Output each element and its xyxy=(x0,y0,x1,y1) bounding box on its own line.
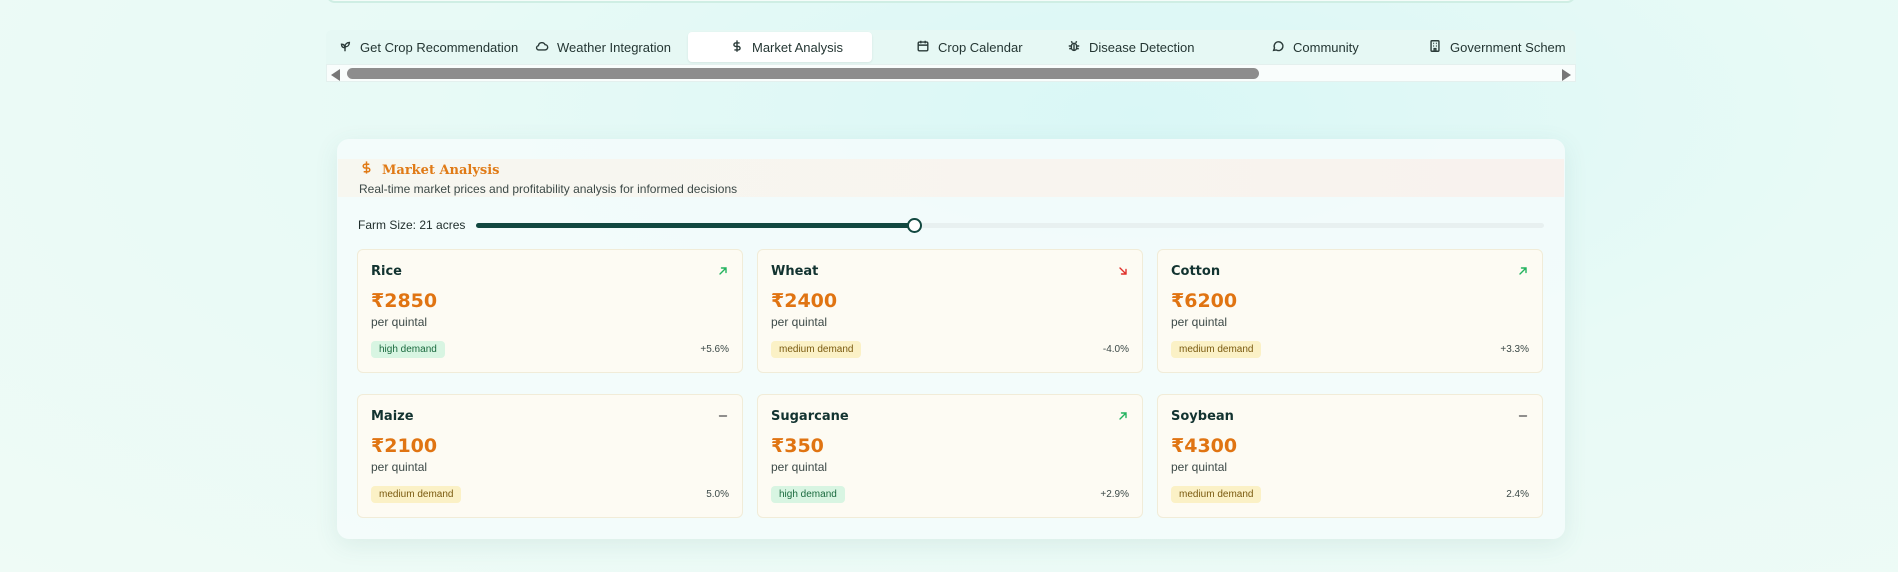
tab-community[interactable]: Community xyxy=(1242,32,1403,62)
crop-card-rice[interactable]: Rice ₹2850 per quintal high demand +5.6% xyxy=(357,249,743,373)
tab-label: Crop Calendar xyxy=(938,39,1023,55)
crop-price: ₹2850 xyxy=(371,290,438,312)
farm-size-control: Farm Size: 21 acres xyxy=(358,215,1544,235)
chat-icon xyxy=(1271,39,1285,56)
demand-badge: medium demand xyxy=(1171,486,1262,503)
crop-price: ₹350 xyxy=(771,435,824,457)
demand-badge: high demand xyxy=(371,341,445,358)
demand-badge: medium demand xyxy=(1171,341,1262,358)
tab-label: Market Analysis xyxy=(752,39,844,55)
price-unit: per quintal xyxy=(771,460,828,474)
crop-card-maize[interactable]: Maize ₹2100 per quintal medium demand 5.… xyxy=(357,394,743,518)
tab-list: Get Crop Recommendation Weather Integrat… xyxy=(326,30,1576,64)
crop-name: Cotton xyxy=(1171,264,1221,279)
slider-thumb[interactable] xyxy=(906,217,922,233)
trend-flat-icon xyxy=(718,415,728,417)
scroll-right-arrow-icon[interactable] xyxy=(1562,69,1571,81)
bug-icon xyxy=(1067,39,1081,56)
demand-badge: medium demand xyxy=(371,486,462,503)
price-change: +5.6% xyxy=(700,344,729,355)
trend-flat-icon xyxy=(1518,415,1528,417)
price-change: 5.0% xyxy=(706,489,729,500)
crop-name: Maize xyxy=(371,409,414,424)
crop-name: Wheat xyxy=(771,264,819,279)
tab-crop-calendar[interactable]: Crop Calendar xyxy=(872,32,1045,62)
price-unit: per quintal xyxy=(1171,460,1228,474)
panel-subtitle: Real-time market prices and profitabilit… xyxy=(359,182,738,196)
trend-up-icon xyxy=(719,267,727,275)
trend-down-icon xyxy=(1119,267,1127,275)
tab-label: Get Crop Recommendation xyxy=(360,39,519,55)
crop-name: Sugarcane xyxy=(771,409,849,424)
tab-disease-detection[interactable]: Disease Detection xyxy=(1045,32,1242,62)
dollar-icon xyxy=(730,39,744,56)
tab-get-crop-recommendation[interactable]: Get Crop Recommendation xyxy=(326,32,519,62)
price-change: -4.0% xyxy=(1102,344,1129,355)
trend-up-icon xyxy=(1519,267,1527,275)
tab-label: Community xyxy=(1293,39,1359,55)
cloud-icon xyxy=(535,39,549,56)
farm-size-label: Farm Size: 21 acres xyxy=(358,218,466,232)
tab-bar: Get Crop Recommendation Weather Integrat… xyxy=(326,30,1576,84)
market-analysis-panel: Market Analysis Real-time market prices … xyxy=(337,139,1565,539)
dollar-icon xyxy=(359,160,374,180)
panel-header: Market Analysis Real-time market prices … xyxy=(338,159,1564,197)
price-change: +3.3% xyxy=(1500,344,1529,355)
trend-up-icon xyxy=(1119,412,1127,420)
tab-label: Weather Integration xyxy=(557,39,671,55)
price-change: 2.4% xyxy=(1506,489,1529,500)
crop-name: Rice xyxy=(371,264,402,279)
price-unit: per quintal xyxy=(771,315,828,329)
crop-name: Soybean xyxy=(1171,409,1234,424)
scroll-left-arrow-icon[interactable] xyxy=(331,69,340,81)
crop-price: ₹4300 xyxy=(1171,435,1238,457)
tab-weather-integration[interactable]: Weather Integration xyxy=(519,32,688,62)
price-change: +2.9% xyxy=(1100,489,1129,500)
crop-price: ₹2400 xyxy=(771,290,838,312)
tab-label: Disease Detection xyxy=(1089,39,1195,55)
tab-label: Government Schem xyxy=(1450,39,1566,55)
crop-price: ₹2100 xyxy=(371,435,438,457)
tab-scrollbar[interactable] xyxy=(326,64,1576,82)
sprout-icon xyxy=(338,39,352,56)
building-icon xyxy=(1428,39,1442,56)
crop-card-sugarcane[interactable]: Sugarcane ₹350 per quintal high demand +… xyxy=(757,394,1143,518)
demand-badge: medium demand xyxy=(771,341,862,358)
price-unit: per quintal xyxy=(371,315,428,329)
panel-title: Market Analysis xyxy=(382,162,500,178)
calendar-icon xyxy=(916,39,930,56)
tab-market-analysis[interactable]: Market Analysis xyxy=(688,32,872,62)
farm-size-slider[interactable] xyxy=(476,217,1544,233)
crop-price-grid: Rice ₹2850 per quintal high demand +5.6%… xyxy=(357,249,1545,518)
panel-title-row: Market Analysis xyxy=(359,159,1564,181)
crop-card-soybean[interactable]: Soybean ₹4300 per quintal medium demand … xyxy=(1157,394,1543,518)
slider-fill xyxy=(476,222,914,228)
price-unit: per quintal xyxy=(1171,315,1228,329)
top-panel-edge xyxy=(326,0,1576,3)
crop-card-cotton[interactable]: Cotton ₹6200 per quintal medium demand +… xyxy=(1157,249,1543,373)
crop-card-wheat[interactable]: Wheat ₹2400 per quintal medium demand -4… xyxy=(757,249,1143,373)
demand-badge: high demand xyxy=(771,486,845,503)
price-unit: per quintal xyxy=(371,460,428,474)
tab-government-schemes[interactable]: Government Schem xyxy=(1403,32,1576,62)
scrollbar-thumb[interactable] xyxy=(347,68,1259,79)
crop-price: ₹6200 xyxy=(1171,290,1238,312)
